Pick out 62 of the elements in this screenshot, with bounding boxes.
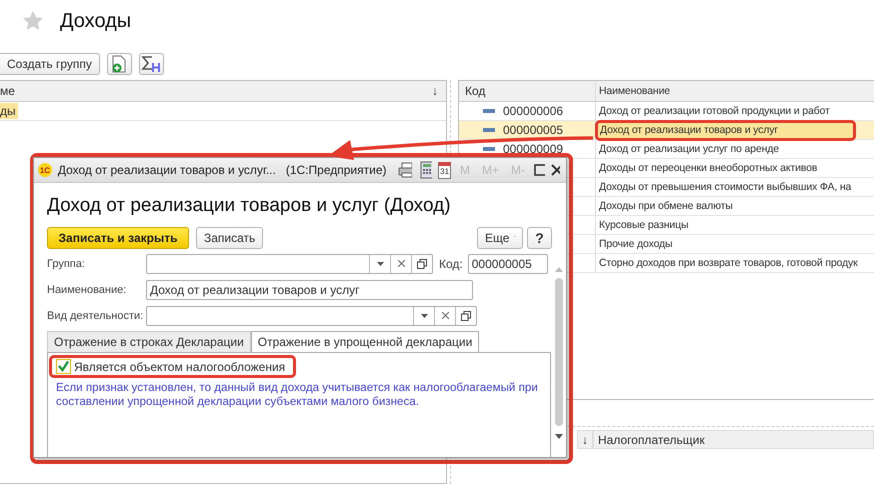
- window-title: Доход от реализации товаров и услуг...: [58, 163, 276, 177]
- close-icon[interactable]: [550, 164, 560, 176]
- close-icon: [442, 312, 448, 319]
- code-cell: 000000006: [503, 104, 564, 118]
- star-icon[interactable]: [22, 10, 44, 32]
- column-header[interactable]: Налогоплательщик: [593, 430, 874, 449]
- table-row[interactable]: 000000005 Доход от реализации товаров и услуг: [459, 121, 874, 140]
- activity-field[interactable]: [146, 306, 477, 326]
- calendar-icon[interactable]: 31: [438, 162, 451, 178]
- item-icon: [483, 147, 495, 151]
- sort-arrow[interactable]: ↓: [432, 84, 438, 98]
- printer-icon[interactable]: [398, 161, 412, 179]
- more-button[interactable]: Еще: [477, 227, 523, 249]
- column-header[interactable]: Код: [459, 81, 596, 101]
- name-field[interactable]: Доход от реализации товаров и услуг: [146, 280, 473, 300]
- caret-icon: [420, 314, 428, 318]
- group-field[interactable]: [146, 254, 433, 274]
- checkbox-label: Является объектом налогообложения: [74, 360, 286, 374]
- name-cell: Доход от реализации товаров и услуг: [595, 120, 856, 140]
- app-name: (1С:Предприятие): [286, 163, 386, 177]
- form-heading: Доход от реализации товаров и услуг (Доход): [47, 195, 452, 218]
- page-title: Доходы: [60, 10, 132, 32]
- close-icon: [398, 260, 404, 267]
- help-button[interactable]: ?: [527, 227, 552, 249]
- app-logo: 1С: [38, 163, 52, 177]
- sum-icon: [141, 55, 162, 73]
- save-close-button[interactable]: Записать и закрыть: [47, 227, 189, 249]
- check-icon: [57, 360, 70, 373]
- column-header[interactable]: Наименование: [596, 85, 670, 97]
- name-cell-text: Доход от реализации услуг по аренде: [598, 143, 779, 155]
- caret-icon: [376, 262, 384, 266]
- table-cell[interactable]: ды: [0, 103, 18, 119]
- column-header[interactable]: ме: [0, 84, 15, 98]
- item-icon: [483, 109, 495, 113]
- tab[interactable]: Отражение в строках Декларации: [47, 331, 251, 352]
- windows-icon: [417, 258, 427, 268]
- code-cell: 000000005: [503, 123, 564, 137]
- maximize-icon[interactable]: [534, 164, 545, 176]
- document-add-icon: [111, 55, 128, 73]
- name-cell-text: Доходы от превышения стоимости выбывших ФА, на: [598, 181, 852, 193]
- sum-button[interactable]: [138, 53, 164, 75]
- item-icon: [483, 128, 495, 132]
- field-label: Группа:: [47, 258, 86, 270]
- name-cell-text: Доход от реализации готовой продукции и работ: [598, 105, 830, 117]
- code-field[interactable]: 000000005: [468, 254, 548, 274]
- calculator-icon[interactable]: [418, 161, 432, 179]
- name-cell-text: Курсовые разницы: [598, 219, 688, 231]
- name-cell-text: Сторно доходов при возврате товаров, готовой продук: [598, 257, 858, 269]
- code-cell: 000000009: [503, 142, 564, 156]
- name-cell-text: Доходы от переоценки внеоборотных активов: [598, 162, 818, 174]
- create-group-button[interactable]: Создать группу: [0, 53, 100, 75]
- add-document-button[interactable]: [106, 53, 132, 75]
- hint-text: Если признак установлен, то данный вид дохода учитывается как налогооблагаемый при составлении упрощенной декларации субъектами малого бизнеса.: [56, 381, 539, 409]
- tab[interactable]: Отражение в упрощенной декларации: [250, 331, 480, 352]
- scroll-down-icon[interactable]: [555, 434, 563, 439]
- name-cell-text: Доходы при обмене валюты: [598, 200, 733, 212]
- checkbox[interactable]: [56, 359, 71, 374]
- save-button[interactable]: Записать: [196, 227, 264, 249]
- name-cell-text: Прочие доходы: [598, 238, 672, 250]
- field-label: Наименование:: [47, 284, 128, 296]
- field-label: Вид деятельности:: [47, 310, 144, 322]
- windows-icon: [461, 310, 471, 320]
